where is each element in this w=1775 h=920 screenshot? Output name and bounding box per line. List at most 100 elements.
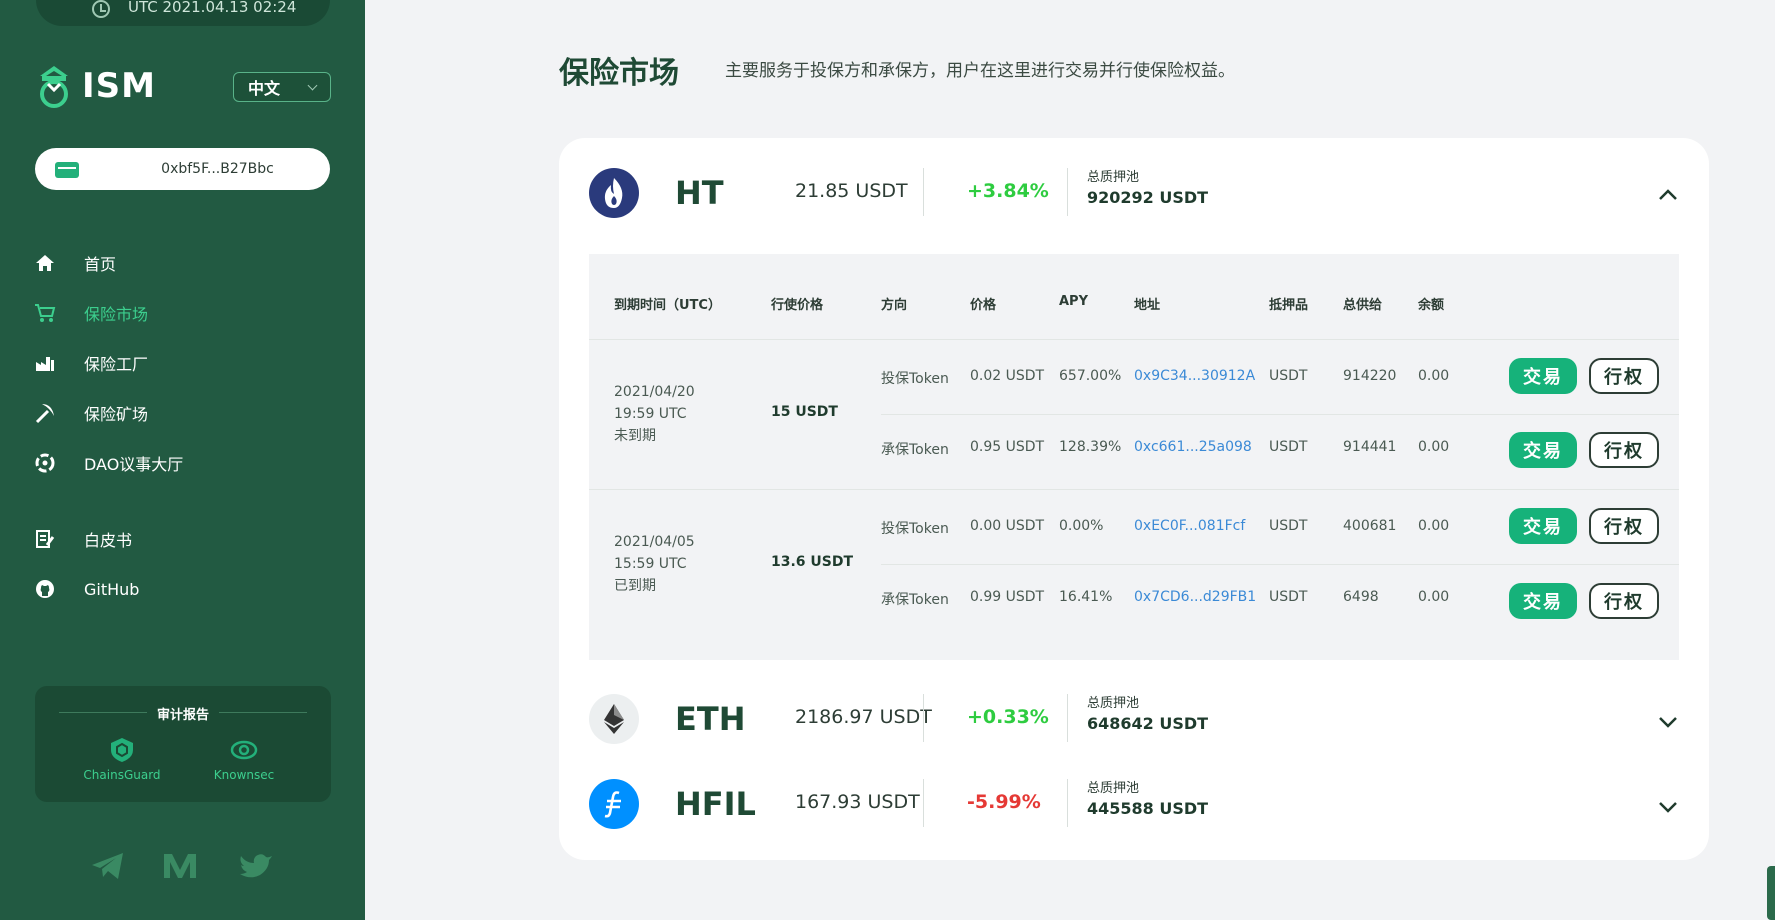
column-header: APY (1059, 294, 1089, 309)
medium-icon[interactable] (162, 850, 198, 882)
wallet-icon (55, 162, 79, 178)
price: 0.95 USDT (970, 439, 1045, 455)
pool-label: 总质押池 (1087, 696, 1140, 711)
dao-icon (34, 452, 56, 474)
chevron-down-icon[interactable] (1657, 710, 1679, 732)
coin-symbol: HT (675, 174, 724, 212)
sidebar-item-label: GitHub (84, 579, 140, 599)
divider (589, 489, 1679, 490)
auditor-label: ChainsGuard (83, 768, 161, 782)
trade-button[interactable]: 交易 (1509, 432, 1577, 468)
clock-icon (92, 0, 110, 18)
balance: 0.00 (1418, 368, 1450, 384)
sidebar-item-label: 保险市场 (84, 305, 149, 324)
direction: 投保Token (881, 371, 949, 387)
sidebar-item-mining[interactable]: 保险矿场 (34, 388, 183, 438)
pool-value: 920292 USDT (1087, 188, 1209, 207)
coin-row-ht[interactable]: HT 21.85 USDT +3.84% 总质押池 920292 USDT (589, 168, 1679, 228)
balance: 0.00 (1418, 589, 1450, 605)
sidebar-item-label: DAO议事大厅 (84, 455, 184, 474)
coin-symbol: HFIL (675, 785, 756, 823)
expiry-time: 19:59 UTC (614, 406, 687, 422)
sidebar-item-whitepaper[interactable]: 白皮书 (34, 514, 183, 564)
column-header: 总供给 (1343, 298, 1383, 313)
divider (881, 414, 1679, 415)
collateral: USDT (1269, 368, 1308, 384)
language-label: 中文 (248, 79, 281, 98)
column-header: 余额 (1418, 298, 1445, 313)
contract-address-link[interactable]: 0x9C34...30912A (1134, 368, 1255, 384)
coin-row-hfil[interactable]: HFIL 167.93 USDT -5.99% 总质押池 445588 USDT (589, 779, 1679, 839)
telegram-icon[interactable] (90, 850, 126, 882)
strike-price: 15 USDT (771, 404, 838, 420)
apy: 128.39% (1059, 439, 1122, 455)
expiry-status: 已到期 (614, 578, 656, 594)
column-header: 方向 (881, 298, 908, 313)
price: 0.02 USDT (970, 368, 1045, 384)
divider (881, 564, 1679, 565)
exercise-button[interactable]: 行权 (1589, 432, 1659, 468)
apy: 16.41% (1059, 589, 1113, 605)
logo[interactable]: ISM (34, 62, 156, 110)
utc-clock: UTC 2021.04.13 02:24 (36, 0, 330, 26)
sidebar-item-github[interactable]: GitHub (34, 564, 183, 614)
coin-row-eth[interactable]: ETH 2186.97 USDT +0.33% 总质押池 648642 USDT (589, 694, 1679, 754)
pool-label: 总质押池 (1087, 170, 1140, 185)
sidebar-nav: 首页 保险市场 保险工厂 保险矿场 DAO议事大厅 白皮书 GitHub (34, 238, 183, 614)
page-subtitle: 主要服务于投保方和承保方，用户在这里进行交易并行使保险权益。 (725, 61, 1235, 81)
sidebar-item-market[interactable]: 保险市场 (34, 288, 183, 338)
exercise-button[interactable]: 行权 (1589, 508, 1659, 544)
total-supply: 400681 (1343, 518, 1397, 534)
coin-change: -5.99% (967, 791, 1041, 813)
trade-button[interactable]: 交易 (1509, 508, 1577, 544)
expiry-date: 2021/04/05 (614, 534, 695, 550)
github-icon (34, 578, 56, 600)
wallet-button[interactable]: 0xbf5F...B27Bbc (35, 148, 330, 190)
filecoin-icon (589, 779, 639, 829)
exercise-button[interactable]: 行权 (1589, 358, 1659, 394)
chevron-up-icon[interactable] (1657, 184, 1679, 206)
contract-address-link[interactable]: 0xEC0F...081Fcf (1134, 518, 1245, 534)
sidebar-item-label: 白皮书 (84, 531, 133, 550)
strike-price: 13.6 USDT (771, 554, 854, 570)
collateral: USDT (1269, 589, 1308, 605)
chevron-down-icon (307, 80, 318, 91)
sidebar-item-factory[interactable]: 保险工厂 (34, 338, 183, 388)
divider (1067, 694, 1068, 742)
collateral: USDT (1269, 439, 1308, 455)
contract-address-link[interactable]: 0x7CD6...d29FB1 (1134, 589, 1256, 605)
auditor-chainsguard[interactable]: ChainsGuard (67, 736, 177, 782)
expiry-date: 2021/04/20 (614, 384, 695, 400)
page-title: 保险市场 (559, 56, 679, 91)
sidebar-item-home[interactable]: 首页 (34, 238, 183, 288)
options-table: 到期时间（UTC） 行使价格 方向 价格 APY 地址 抵押品 总供给 余额 2… (589, 254, 1679, 654)
column-header: 价格 (970, 298, 997, 313)
trade-button[interactable]: 交易 (1509, 358, 1577, 394)
eth-diamond-icon (589, 694, 639, 744)
trade-button[interactable]: 交易 (1509, 583, 1577, 619)
sidebar-item-label: 首页 (84, 255, 117, 274)
knownsec-icon (230, 740, 258, 760)
total-supply: 914220 (1343, 368, 1397, 384)
contract-address-link[interactable]: 0xc661...25a098 (1134, 439, 1252, 455)
logo-text: ISM (82, 66, 156, 106)
divider (589, 339, 1679, 340)
ism-logo-icon (40, 66, 68, 108)
audit-title: 审计报告 (156, 708, 209, 723)
divider (1067, 168, 1068, 216)
chevron-down-icon[interactable] (1657, 795, 1679, 817)
sidebar-item-dao[interactable]: DAO议事大厅 (34, 438, 183, 488)
auditor-knownsec[interactable]: Knownsec (189, 736, 299, 782)
collateral: USDT (1269, 518, 1308, 534)
market-panel: HT 21.85 USDT +3.84% 总质押池 920292 USDT 到期… (559, 138, 1709, 860)
exercise-button[interactable]: 行权 (1589, 583, 1659, 619)
home-icon (34, 252, 56, 274)
language-select[interactable]: 中文 (233, 72, 331, 102)
scroll-handle[interactable] (1767, 866, 1775, 920)
shield-icon (111, 738, 133, 762)
coin-symbol: ETH (675, 700, 746, 738)
twitter-icon[interactable] (238, 850, 274, 882)
divider (589, 652, 1679, 660)
expiry-status: 未到期 (614, 428, 656, 444)
direction: 承保Token (881, 442, 949, 458)
